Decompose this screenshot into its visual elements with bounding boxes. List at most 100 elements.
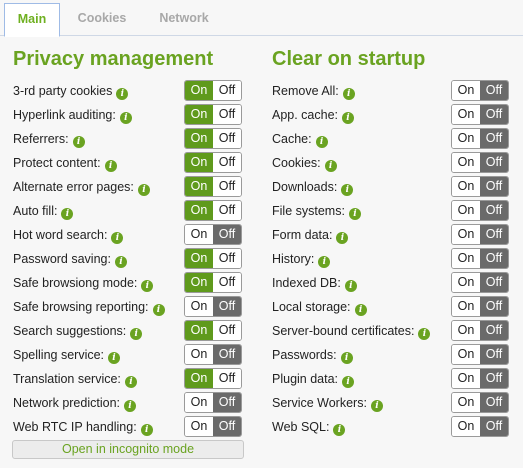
toggle-off-button[interactable]: Off xyxy=(213,201,241,220)
toggle-on-button[interactable]: On xyxy=(452,153,480,172)
toggle-off-button[interactable]: Off xyxy=(213,393,241,412)
toggle-off-button[interactable]: Off xyxy=(213,321,241,340)
toggle-off-button[interactable]: Off xyxy=(480,345,508,364)
toggle-off-button[interactable]: Off xyxy=(480,177,508,196)
toggle-on-button[interactable]: On xyxy=(452,129,480,148)
on-off-toggle: On Off xyxy=(451,392,509,413)
toggle-on-button[interactable]: On xyxy=(185,129,213,148)
toggle-off-button[interactable]: Off xyxy=(213,345,241,364)
toggle-off-button[interactable]: Off xyxy=(213,153,241,172)
toggle-on-button[interactable]: On xyxy=(452,393,480,412)
toggle-off-button[interactable]: Off xyxy=(480,369,508,388)
toggle-off-button[interactable]: Off xyxy=(213,81,241,100)
info-icon[interactable]: i xyxy=(141,280,154,292)
toggle-on-button[interactable]: On xyxy=(452,225,480,244)
toggle-off-button[interactable]: Off xyxy=(213,417,241,436)
info-icon[interactable]: i xyxy=(124,400,136,412)
toggle-off-button[interactable]: Off xyxy=(480,105,508,124)
info-icon[interactable]: i xyxy=(344,280,357,292)
toggle-on-button[interactable]: On xyxy=(185,297,213,316)
toggle-on-button[interactable]: On xyxy=(452,273,480,292)
toggle-off-button[interactable]: Off xyxy=(480,129,508,148)
info-icon[interactable]: i xyxy=(348,208,361,220)
info-icon[interactable]: i xyxy=(140,424,153,436)
toggle-off-button[interactable]: Off xyxy=(480,225,508,244)
info-icon[interactable]: i xyxy=(354,304,367,316)
info-icon[interactable]: i xyxy=(315,136,328,148)
toggle-off-button[interactable]: Off xyxy=(480,201,508,220)
info-icon[interactable]: i xyxy=(111,232,124,244)
tab-network[interactable]: Network xyxy=(148,3,220,36)
toggle-on-button[interactable]: On xyxy=(185,81,213,100)
toggle-off-button[interactable]: Off xyxy=(480,81,508,100)
info-icon[interactable]: i xyxy=(108,352,121,364)
info-icon[interactable]: i xyxy=(370,400,383,412)
tab-main[interactable]: Main xyxy=(4,3,60,37)
toggle-on-button[interactable]: On xyxy=(452,177,480,196)
toggle-off-button[interactable]: Off xyxy=(213,129,241,148)
tab-cookies[interactable]: Cookies xyxy=(70,3,134,36)
toggle-off-button[interactable]: Off xyxy=(213,297,241,316)
info-icon[interactable]: i xyxy=(124,376,137,388)
info-icon[interactable]: i xyxy=(342,88,355,100)
info-icon[interactable]: i xyxy=(342,112,355,124)
info-icon[interactable]: i xyxy=(61,208,74,220)
toggle-on-button[interactable]: On xyxy=(452,249,480,268)
toggle-on-button[interactable]: On xyxy=(452,345,480,364)
toggle-on-button[interactable]: On xyxy=(185,225,213,244)
incognito-mode-button[interactable]: Open in incognito mode xyxy=(12,440,244,459)
toggle-on-button[interactable]: On xyxy=(452,105,480,124)
toggle-on-button[interactable]: On xyxy=(452,297,480,316)
info-icon[interactable]: i xyxy=(318,256,331,268)
info-icon[interactable]: i xyxy=(341,184,354,196)
toggle-off-button[interactable]: Off xyxy=(480,321,508,340)
toggle-on-button[interactable]: On xyxy=(185,345,213,364)
toggle-on-button[interactable]: On xyxy=(452,369,480,388)
toggle-off-button[interactable]: Off xyxy=(480,273,508,292)
info-icon[interactable]: i xyxy=(152,304,165,316)
toggle-on-button[interactable]: On xyxy=(452,417,480,436)
toggle-on-button[interactable]: On xyxy=(185,369,213,388)
toggle-off-button[interactable]: Off xyxy=(480,249,508,268)
toggle-on-button[interactable]: On xyxy=(185,273,213,292)
toggle-off-button[interactable]: Off xyxy=(213,369,241,388)
toggle-on-button[interactable]: On xyxy=(185,321,213,340)
setting-label: Indexed DB: i xyxy=(272,275,357,292)
toggle-on-button[interactable]: On xyxy=(185,201,213,220)
toggle-on-button[interactable]: On xyxy=(452,321,480,340)
on-off-toggle: On Off xyxy=(184,320,242,341)
info-icon[interactable]: i xyxy=(114,256,127,268)
toggle-off-button[interactable]: Off xyxy=(480,417,508,436)
info-icon[interactable]: i xyxy=(418,328,431,340)
setting-label-text: Safe browsing reporting: xyxy=(13,300,149,314)
info-icon[interactable]: i xyxy=(324,160,337,172)
setting-row-downloads: Downloads: i On Off xyxy=(272,176,509,198)
toggle-off-button[interactable]: Off xyxy=(213,273,241,292)
toggle-off-button[interactable]: Off xyxy=(480,297,508,316)
toggle-off-button[interactable]: Off xyxy=(213,249,241,268)
toggle-off-button[interactable]: Off xyxy=(213,105,241,124)
setting-label: Remove All: i xyxy=(272,83,355,100)
info-icon[interactable]: i xyxy=(104,160,117,172)
info-icon[interactable]: i xyxy=(72,136,85,148)
info-icon[interactable]: i xyxy=(116,88,129,100)
toggle-off-button[interactable]: Off xyxy=(213,177,241,196)
info-icon[interactable]: i xyxy=(340,352,353,364)
toggle-on-button[interactable]: On xyxy=(452,201,480,220)
toggle-off-button[interactable]: Off xyxy=(480,153,508,172)
info-icon[interactable]: i xyxy=(119,112,132,124)
info-icon[interactable]: i xyxy=(333,424,346,436)
toggle-on-button[interactable]: On xyxy=(185,393,213,412)
toggle-on-button[interactable]: On xyxy=(185,153,213,172)
info-icon[interactable]: i xyxy=(137,184,150,196)
toggle-on-button[interactable]: On xyxy=(185,177,213,196)
toggle-off-button[interactable]: Off xyxy=(480,393,508,412)
toggle-on-button[interactable]: On xyxy=(185,105,213,124)
info-icon[interactable]: i xyxy=(342,376,355,388)
toggle-on-button[interactable]: On xyxy=(185,249,213,268)
info-icon[interactable]: i xyxy=(336,232,349,244)
toggle-on-button[interactable]: On xyxy=(452,81,480,100)
toggle-off-button[interactable]: Off xyxy=(213,225,241,244)
toggle-on-button[interactable]: On xyxy=(185,417,213,436)
info-icon[interactable]: i xyxy=(130,328,143,340)
